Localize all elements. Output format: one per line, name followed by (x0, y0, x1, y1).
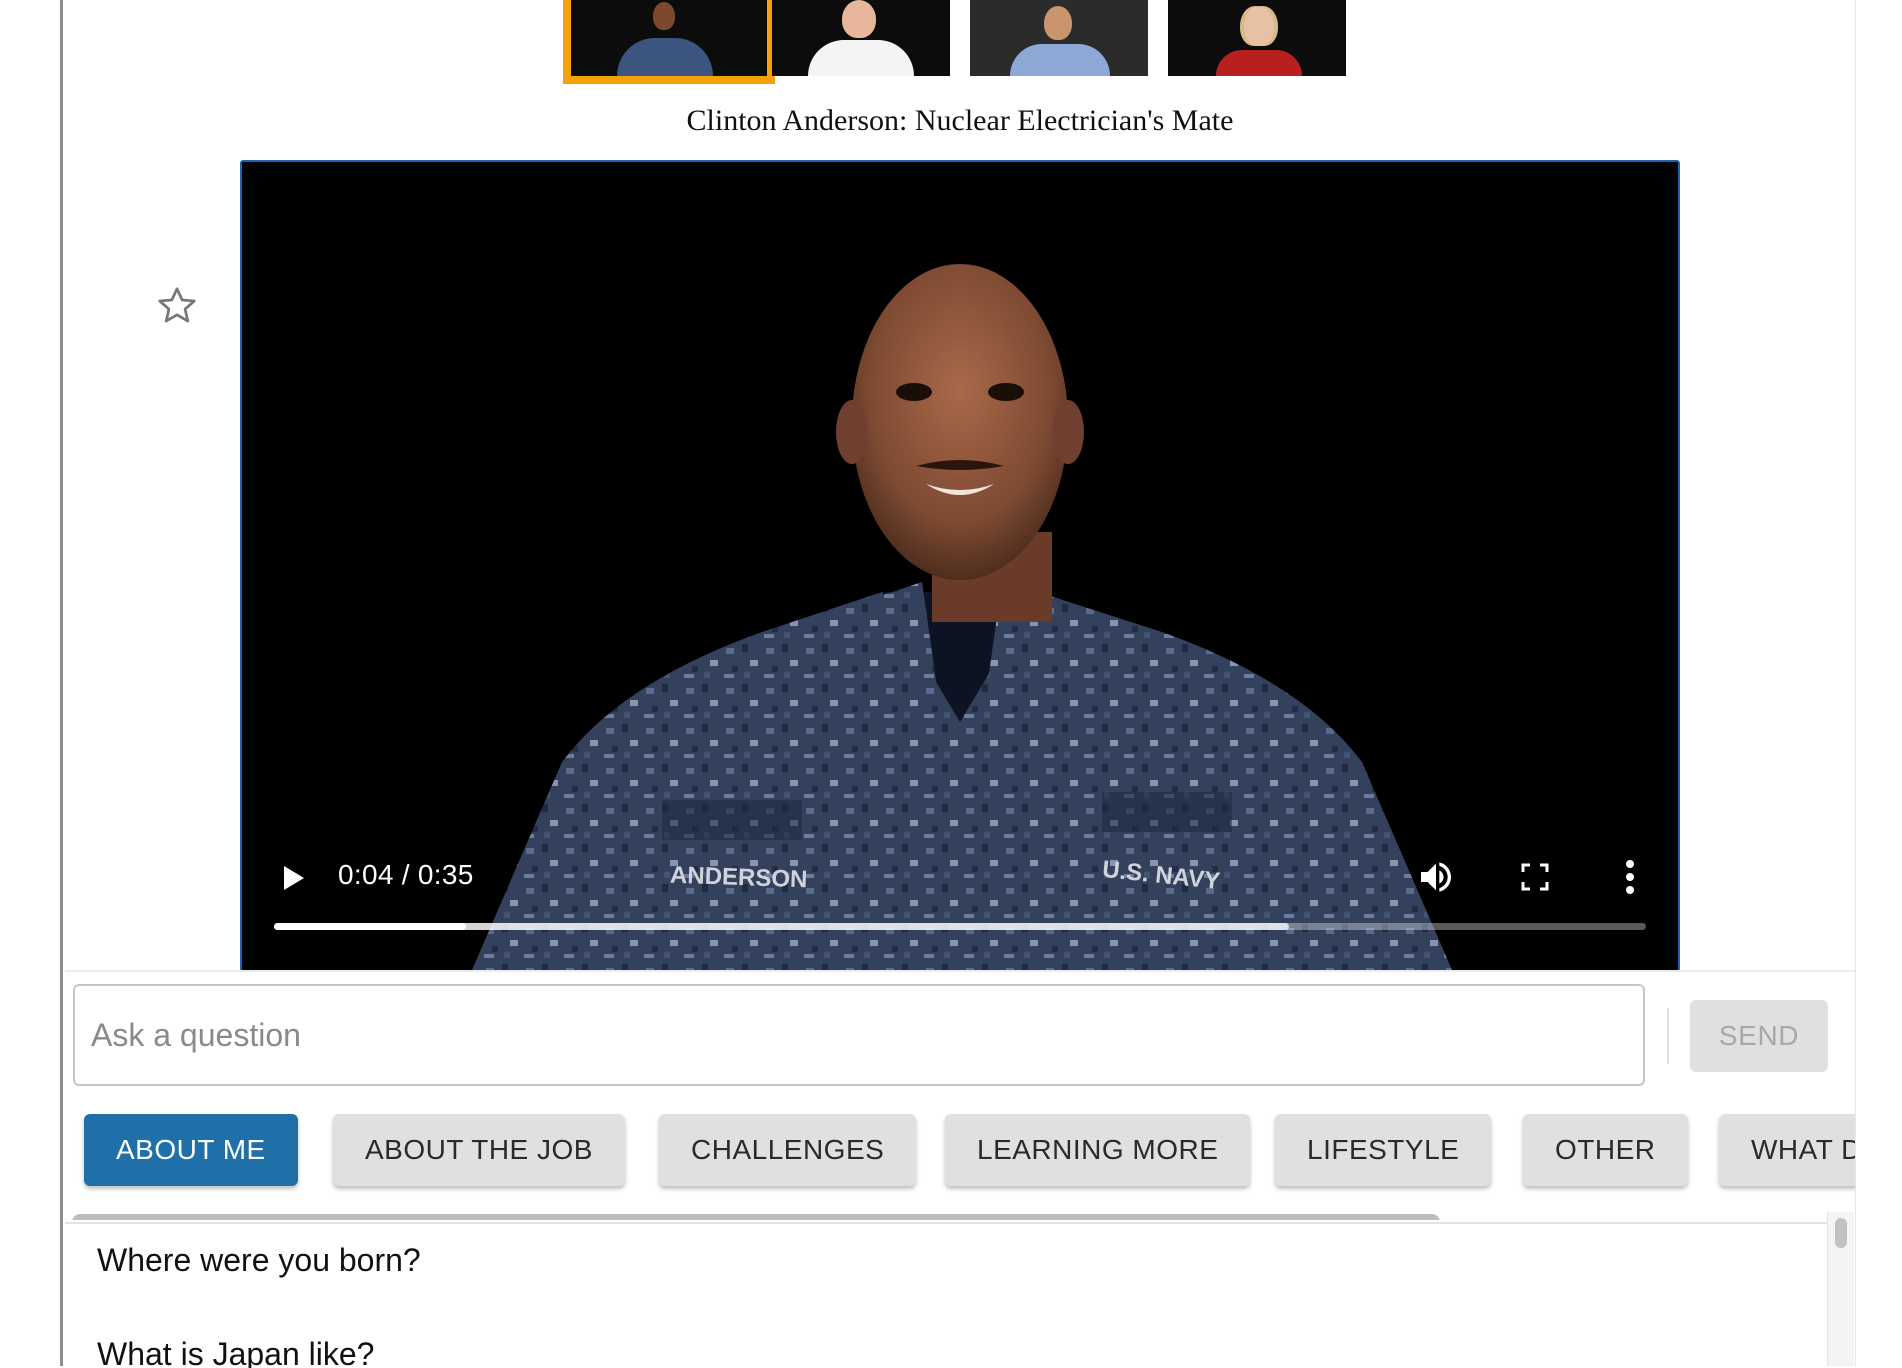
topic-other[interactable]: OTHER (1523, 1114, 1688, 1186)
fullscreen-icon[interactable] (1520, 862, 1550, 892)
topic-about-the-job[interactable]: ABOUT THE JOB (333, 1114, 625, 1186)
video-progress-bar[interactable] (274, 923, 1646, 930)
video-frame-person (472, 264, 1452, 970)
play-icon[interactable] (278, 862, 308, 894)
mentor-thumbnail-1[interactable] (563, 0, 775, 84)
mentor-title: Clinton Anderson: Nuclear Electrician's … (686, 104, 1234, 137)
topic-learning-more[interactable]: LEARNING MORE (945, 1114, 1251, 1186)
head-shape (852, 264, 1068, 580)
question-item[interactable]: Where were you born? (97, 1242, 421, 1279)
right-border (1855, 0, 1856, 1366)
topic-what[interactable]: WHAT D (1719, 1114, 1855, 1186)
volume-icon[interactable] (1416, 857, 1456, 897)
mentor-thumbnail-4[interactable] (1168, 0, 1346, 76)
mentor-thumbnail-2[interactable] (772, 0, 950, 76)
topic-about-me[interactable]: ABOUT ME (84, 1114, 298, 1186)
video-player[interactable]: ANDERSON U.S. NAVY 0:04 / 0:35 (240, 160, 1680, 972)
video-progress-fill (274, 923, 467, 930)
left-border (60, 0, 63, 1366)
question-list-scrollbar[interactable] (1827, 1212, 1854, 1366)
favorite-star-icon[interactable] (155, 284, 199, 328)
mentor-head (1044, 6, 1072, 40)
mentor-head (842, 0, 876, 38)
topics-scrollbar[interactable] (72, 1214, 1440, 1220)
question-item[interactable]: What is Japan like? (97, 1336, 374, 1368)
question-input[interactable] (73, 984, 1645, 1086)
uniform-name-tape: ANDERSON (669, 861, 808, 894)
mentor-head (1244, 6, 1274, 46)
topic-lifestyle[interactable]: LIFESTYLE (1275, 1114, 1492, 1186)
video-time: 0:04 / 0:35 (338, 859, 474, 890)
question-list: Where were you born? What is Japan like? (65, 1222, 1827, 1368)
mentor-torso (808, 40, 914, 76)
mentor-thumbnail-3[interactable] (970, 0, 1148, 76)
mentor-torso (617, 38, 713, 76)
mentor-torso (1010, 44, 1110, 76)
more-options-icon[interactable] (1624, 858, 1636, 896)
topic-buttons: ABOUT ME ABOUT THE JOB CHALLENGES LEARNI… (65, 1092, 1855, 1220)
question-input-bar: SEND (65, 970, 1855, 1092)
topic-challenges[interactable]: CHALLENGES (659, 1114, 917, 1186)
send-button[interactable]: SEND (1690, 1000, 1828, 1072)
mentor-head (653, 2, 675, 30)
mentor-torso (1216, 50, 1302, 76)
question-list-scroll-thumb[interactable] (1835, 1218, 1847, 1248)
input-divider (1667, 1008, 1669, 1064)
